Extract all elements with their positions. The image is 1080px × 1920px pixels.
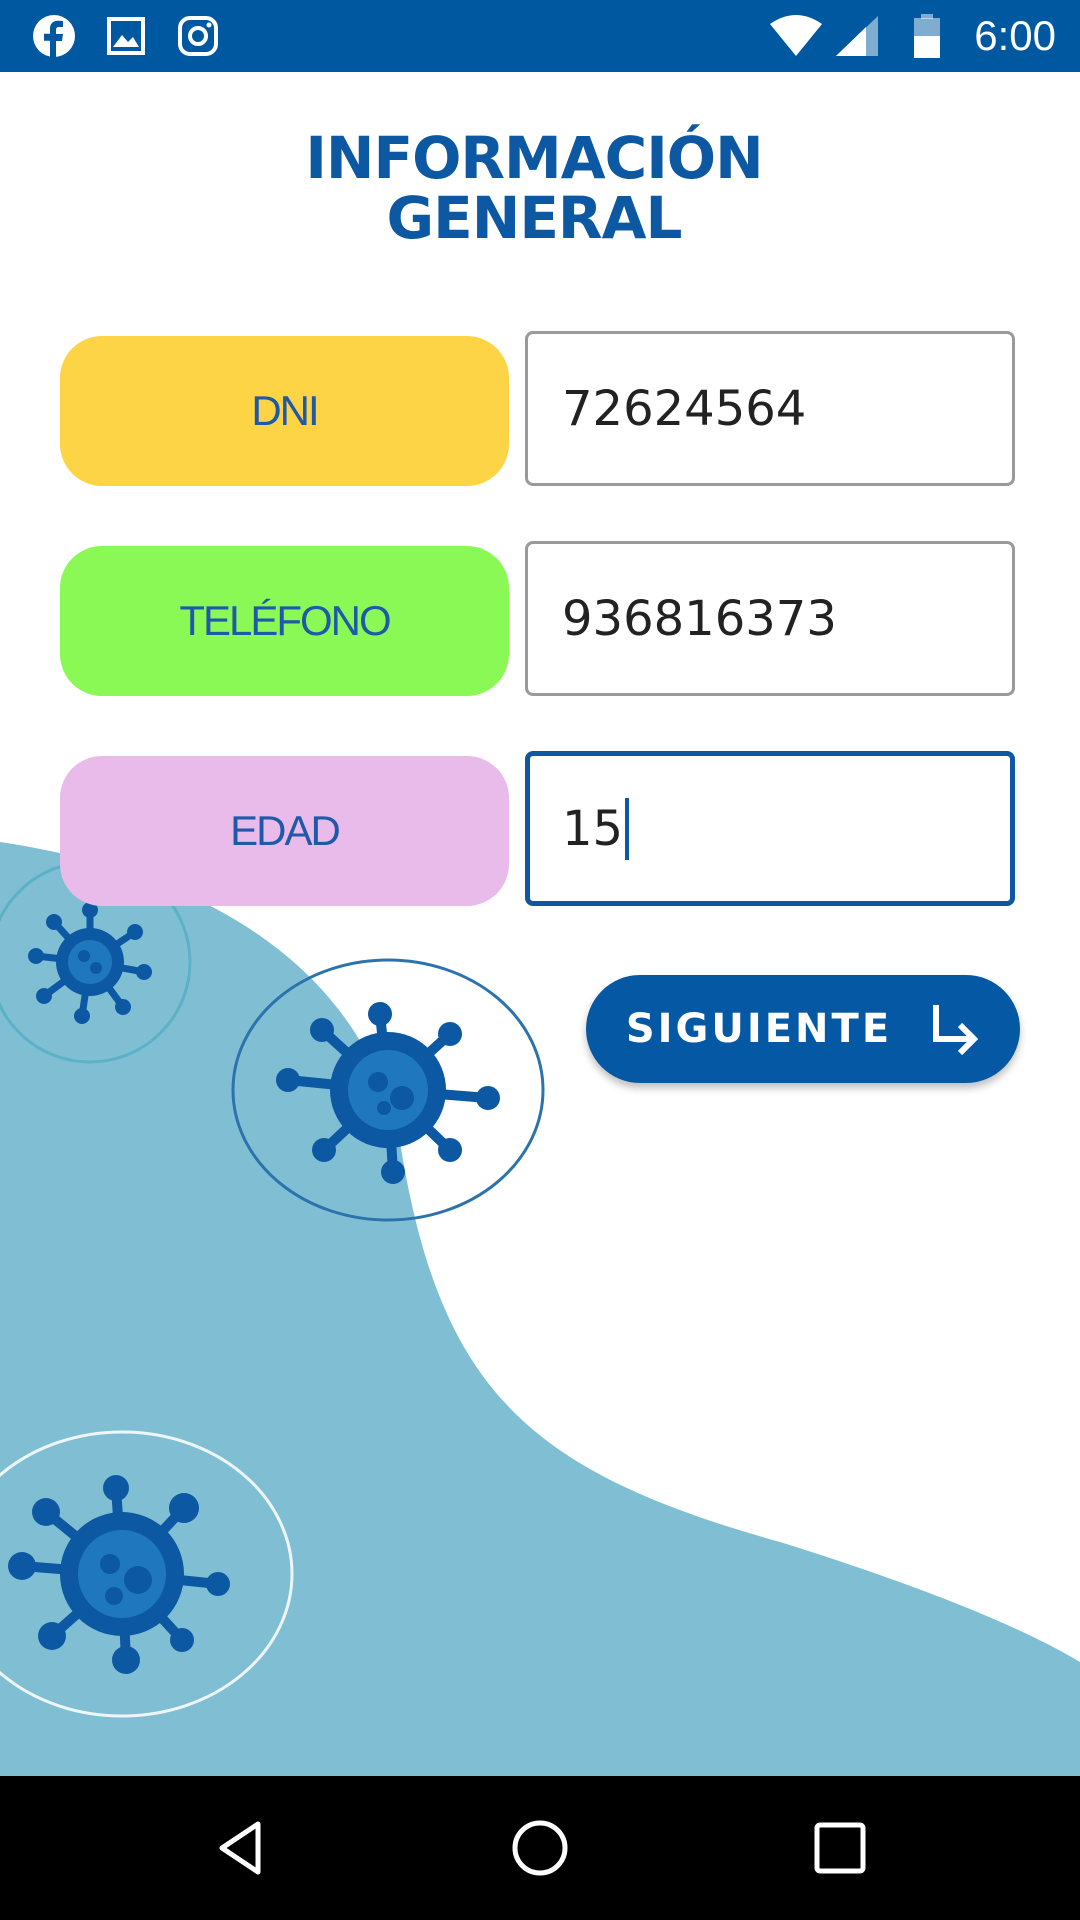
turn-right-arrow-icon [933, 1005, 979, 1056]
wifi-icon [770, 15, 822, 56]
recents-icon[interactable] [810, 1818, 870, 1878]
title-line-2: GENERAL [386, 184, 683, 252]
telefono-field[interactable]: 936816373 [525, 541, 1015, 696]
next-button[interactable]: SIGUIENTE [586, 975, 1020, 1083]
title-line-1: INFORMACIÓN [305, 124, 763, 192]
dni-label: DNI [60, 336, 509, 486]
telefono-label: TELÉFONO [60, 546, 509, 696]
text-caret [625, 797, 630, 860]
dni-field[interactable]: 72624564 [525, 331, 1015, 486]
dni-value: 72624564 [562, 380, 807, 437]
back-icon[interactable] [210, 1818, 270, 1878]
telefono-value: 936816373 [562, 590, 837, 647]
edad-value: 15 [562, 800, 624, 857]
battery-icon [914, 14, 940, 58]
background-illustration [0, 842, 1080, 1776]
signal-icon [836, 16, 878, 56]
home-icon[interactable] [510, 1818, 570, 1878]
edad-label: EDAD [60, 756, 509, 906]
next-button-label: SIGUIENTE [625, 1006, 893, 1052]
facebook-icon [33, 15, 75, 58]
edad-field[interactable]: 15 [525, 751, 1015, 906]
status-bar: 6:00 [0, 0, 1080, 72]
status-time: 6:00 [974, 12, 1056, 59]
page-title: INFORMACIÓN GENERAL [0, 128, 1068, 248]
instagram-icon [178, 16, 218, 56]
navigation-bar [0, 1776, 1080, 1920]
image-icon [107, 17, 145, 55]
